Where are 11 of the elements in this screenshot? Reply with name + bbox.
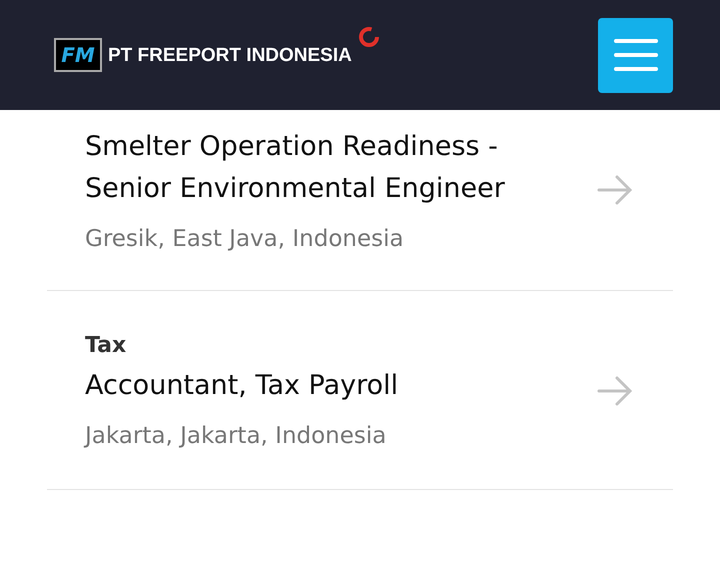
job-location: Jakarta, Jakarta, Indonesia	[85, 422, 388, 451]
logo-mark: FM	[54, 38, 102, 72]
job-title-link[interactable]: Accountant, Tax Payroll	[85, 365, 565, 407]
arrow-right-icon	[597, 175, 633, 205]
job-category: Tax	[85, 332, 128, 360]
logo-ring-icon	[358, 26, 380, 48]
menu-button[interactable]	[598, 18, 673, 92]
arrow-right-icon	[597, 376, 633, 406]
logo-text: PT FREEPORT INDONESIA	[108, 46, 352, 64]
job-title-link[interactable]: Smelter Operation Readiness - Senior Environmental Engineer	[85, 126, 565, 210]
job-location: Gresik, East Java, Indonesia	[85, 225, 405, 254]
